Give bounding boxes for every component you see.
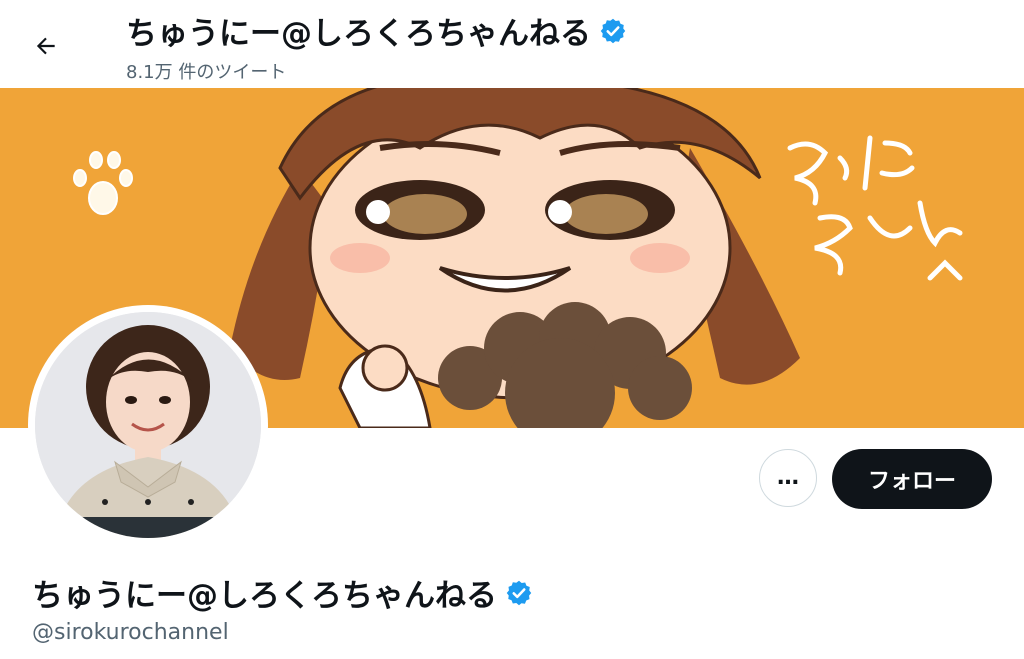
avatar[interactable]: [35, 312, 261, 538]
tweet-count: 8.1万 件のツイート: [126, 62, 287, 83]
back-button[interactable]: [26, 26, 66, 66]
profile-name-row: ちゅうにー@しろくろちゃんねる: [32, 570, 533, 615]
avatar-photo: [35, 312, 261, 538]
follow-button[interactable]: フォロー: [832, 449, 992, 509]
more-options-button[interactable]: …: [759, 449, 817, 507]
header-title: ちゅうにー@しろくろちゃんねる: [126, 16, 591, 52]
verified-badge-icon: [600, 18, 626, 43]
profile-display-name: ちゅうにー@しろくろちゃんねる: [32, 578, 497, 614]
arrow-left-icon: [36, 37, 55, 55]
more-dots-icon: …: [777, 465, 799, 490]
header-title-row: ちゅうにー@しろくろちゃんねる: [126, 8, 627, 53]
top-bar: ちゅうにー@しろくろちゃんねる 8.1万 件のツイート: [0, 0, 1024, 88]
profile-handle: @sirokurochannel: [32, 620, 229, 645]
verified-badge-icon: [506, 580, 532, 605]
